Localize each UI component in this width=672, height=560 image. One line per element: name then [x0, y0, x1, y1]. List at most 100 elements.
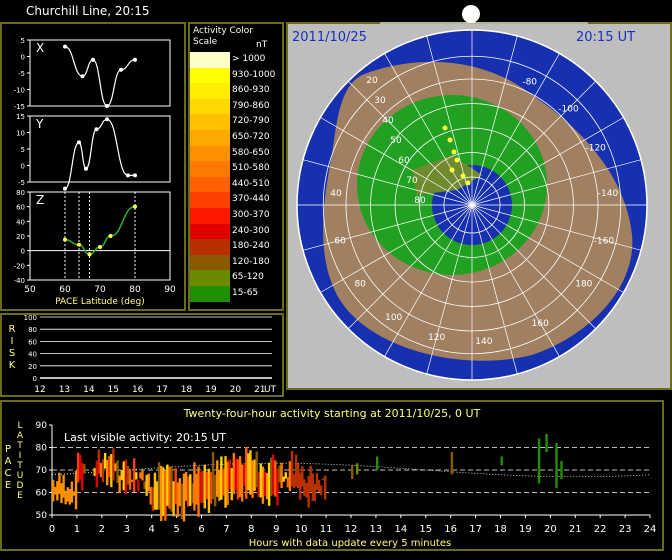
activity-bar [545, 434, 548, 452]
activity-bar [224, 456, 227, 508]
activity-bar [184, 471, 188, 501]
activity-bar [232, 452, 236, 495]
activity-bar [116, 460, 119, 483]
activity-bar [213, 474, 217, 507]
activity-bar [176, 482, 179, 517]
activity-bar [130, 479, 134, 483]
activity-bar [195, 473, 198, 505]
ylabel-letter: T [16, 461, 23, 471]
activity-bar [141, 469, 144, 481]
activity-bar [274, 460, 277, 497]
activity-bar [259, 463, 263, 498]
activity-bar [151, 487, 155, 512]
x-tick-label: 18 [494, 524, 507, 535]
x-tick-label: 21 [569, 524, 582, 535]
x-tick-label: 22 [594, 524, 607, 535]
ylabel-letter: E [17, 491, 23, 501]
activity-bar [265, 472, 269, 500]
activity-bar [135, 472, 138, 480]
x-tick-label: 13 [370, 524, 383, 535]
y-tick-label: 60 [36, 489, 48, 499]
y-tick-label: 80 [36, 444, 48, 454]
activity-bar [76, 452, 80, 483]
activity-bar [74, 470, 78, 510]
x-tick-label: 14 [394, 524, 407, 535]
activity-bar [110, 454, 113, 488]
activity-bar [120, 470, 123, 481]
activity-bar [199, 471, 202, 503]
activity-bar [321, 478, 325, 481]
x-tick-label: 8 [248, 524, 254, 535]
activity-bar [180, 483, 184, 519]
x-tick-label: 20 [544, 524, 557, 535]
activity-bar [193, 462, 196, 511]
ylabel-letter: A [17, 431, 24, 441]
activity-bar [284, 472, 287, 479]
activity-bar [164, 470, 167, 521]
activity-bar [64, 490, 67, 505]
activity-bar [307, 476, 310, 508]
activity-bar [278, 465, 281, 483]
activity-bar [315, 473, 319, 491]
x-tick-label: 12 [345, 524, 358, 535]
activity-bar [299, 472, 302, 500]
activity-chart: 90807060500 1 2 3 4 5 6 7 8 9 10 11 12 13 14 15 16 17 18 19… [5, 421, 657, 549]
activity-bar [375, 456, 379, 470]
x-tick-label: 19 [519, 524, 532, 535]
activity-bar [211, 452, 215, 500]
activity-bar [118, 475, 121, 493]
activity-bar [253, 459, 256, 491]
activity-bar [72, 491, 76, 496]
activity-bar [218, 469, 221, 501]
x-tick-label: 24 [644, 524, 657, 535]
x-tick-label: 6 [198, 524, 204, 535]
activity-bar [68, 488, 72, 505]
ylabel-letter: L [17, 421, 22, 431]
activity-bar [228, 459, 231, 490]
x-tick-label: 15 [419, 524, 432, 535]
activity-bar [182, 473, 186, 522]
ylabel-letter: A [5, 456, 12, 467]
activity-bar [174, 468, 177, 505]
activity-bar [189, 474, 192, 506]
activity-bar [292, 473, 296, 488]
x-tick-label: 2 [99, 524, 105, 535]
activity-bar [147, 473, 150, 492]
activity-bar [52, 479, 55, 502]
activity-bar [58, 472, 61, 494]
activity-bar [257, 472, 260, 498]
activity-bar [305, 482, 308, 498]
x-tick-label: 11 [320, 524, 333, 535]
activity-bar [155, 481, 159, 510]
activity-bar [197, 466, 200, 517]
activity-bar [201, 470, 204, 503]
activity-bar [108, 456, 111, 478]
activity-bar [238, 456, 242, 498]
activity-bar [178, 478, 182, 507]
activity-bar [294, 454, 298, 487]
activity-bar [103, 452, 107, 469]
x-tick-label: 3 [124, 524, 130, 535]
activity-bar [143, 481, 146, 490]
activity-bar [282, 476, 285, 482]
activity-bar [245, 447, 248, 499]
activity-bar [290, 450, 294, 487]
activity-bar [216, 460, 219, 497]
activity-bar [234, 458, 238, 491]
activity-bar [243, 464, 246, 487]
ylabel-letter: T [16, 441, 23, 451]
activity-bar [137, 479, 140, 492]
activity-bar [186, 476, 190, 507]
activity-bar [93, 468, 96, 477]
activity-bar [83, 464, 86, 474]
ylabel-letter: I [19, 451, 22, 461]
activity-bar [97, 449, 101, 474]
activity-bar [301, 466, 304, 487]
activity-bar [280, 462, 283, 488]
y-tick-label: 50 [36, 511, 48, 521]
activity-bar [203, 464, 206, 509]
ylabel-letter: D [17, 481, 24, 491]
x-tick-label: 23 [619, 524, 632, 535]
activity-bar [207, 468, 211, 514]
activity-bar [168, 466, 171, 509]
